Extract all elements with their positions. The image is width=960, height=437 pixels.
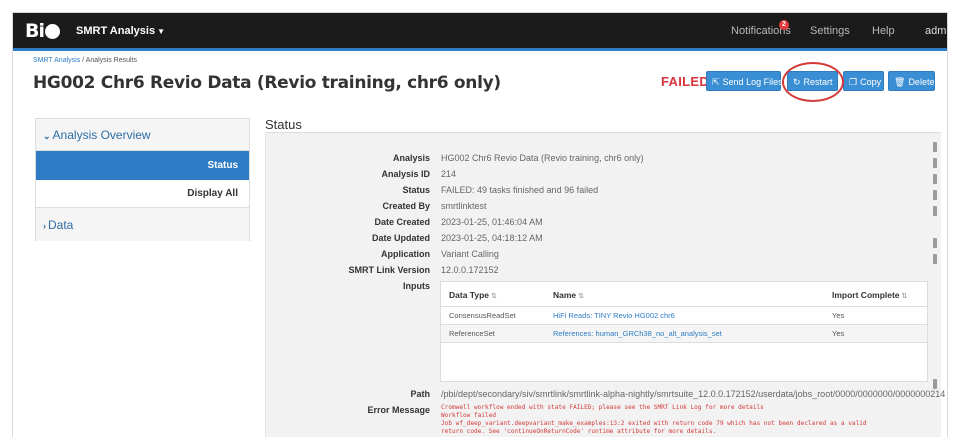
chevron-right-icon: ›	[43, 221, 46, 231]
scroll-marker	[933, 206, 937, 216]
field-application: Application Variant Calling	[266, 249, 942, 265]
field-analysis: Analysis HG002 Chr6 Revio Data (Revio tr…	[266, 153, 942, 169]
table-row-divider	[441, 342, 927, 343]
failed-status-label: FAILED	[661, 74, 710, 89]
app-window: Bi SMRT Analysis ▼ Notifications 2 Settin…	[12, 12, 948, 437]
scroll-marker	[933, 190, 937, 200]
app-menu-label: SMRT Analysis	[76, 25, 156, 37]
help-link[interactable]: Help	[872, 25, 895, 37]
field-label: Path	[410, 389, 430, 399]
delete-label: Delete	[908, 77, 935, 87]
cell-name-link[interactable]: HiFi Reads: TINY Revio HG002 chr6	[553, 311, 675, 320]
sidebar-item-display-all[interactable]: Display All	[36, 180, 249, 208]
sort-icon: ⇅	[491, 293, 497, 300]
table-row: ReferenceSet References: human_GRCh38_no…	[441, 325, 927, 342]
field-label: Inputs	[403, 281, 430, 291]
column-header-label: Name	[553, 290, 577, 300]
logo-dot-icon	[45, 23, 60, 39]
field-date-updated: Date Updated 2023-01-25, 04:18:12 AM	[266, 233, 942, 249]
cell-import-complete: Yes	[832, 329, 845, 338]
sidebar-data-label: Data	[48, 218, 74, 232]
scroll-marker	[933, 254, 937, 264]
bio-logo[interactable]: Bi	[25, 20, 60, 42]
sidebar-item-status[interactable]: Status	[36, 151, 249, 180]
field-label: SMRT Link Version	[348, 265, 430, 275]
error-message-text: Cromwell workflow ended with state FAILE…	[441, 404, 867, 435]
inputs-table: Data Type ⇅ Name ⇅ Import Complete ⇅ Consen…	[440, 281, 928, 382]
external-link-icon: ⇱	[712, 77, 720, 87]
sidebar-analysis-overview[interactable]: ⌄ Analysis Overview	[36, 119, 249, 151]
field-label: Created By	[382, 201, 430, 211]
scroll-marker	[933, 174, 937, 184]
cell-data-type: ReferenceSet	[449, 329, 495, 338]
copy-label: Copy	[860, 77, 882, 87]
column-header-data-type[interactable]: Data Type ⇅	[449, 290, 497, 300]
field-value: 12.0.0.172152	[441, 265, 499, 275]
column-header-label: Data Type	[449, 290, 489, 300]
sidebar-analysis-overview-label: Analysis Overview	[52, 128, 151, 142]
app-menu-dropdown[interactable]: SMRT Analysis ▼	[76, 25, 165, 37]
field-label: Date Created	[374, 217, 430, 227]
field-label: Status	[402, 185, 430, 195]
field-label: Error Message	[367, 405, 430, 415]
cell-name-link[interactable]: References: human_GRCh38_no_alt_analysis…	[553, 329, 722, 338]
table-row: ConsensusReadSet HiFi Reads: TINY Revio …	[441, 307, 927, 324]
delete-button[interactable]: 🗑 Delete	[888, 71, 935, 91]
trash-icon: 🗑	[894, 77, 906, 87]
field-analysis-id: Analysis ID 214	[266, 169, 942, 185]
field-date-created: Date Created 2023-01-25, 01:46:04 AM	[266, 217, 942, 233]
field-label: Analysis	[392, 153, 430, 163]
field-value: 2023-01-25, 04:18:12 AM	[441, 233, 543, 243]
breadcrumb: SMRT Analysis / Analysis Results	[33, 57, 137, 64]
status-panel: Analysis HG002 Chr6 Revio Data (Revio tr…	[265, 133, 946, 437]
sort-icon: ⇅	[901, 293, 908, 300]
field-value: FAILED: 49 tasks finished and 96 failed	[441, 185, 599, 195]
status-heading: Status	[265, 117, 302, 132]
sort-icon: ⇅	[578, 293, 585, 300]
field-value: 2023-01-25, 01:46:04 AM	[441, 217, 543, 227]
field-smrt-link-version: SMRT Link Version 12.0.0.172152	[266, 265, 942, 281]
breadcrumb-separator: /	[82, 57, 85, 64]
cell-import-complete: Yes	[832, 311, 845, 320]
sidebar: ⌄ Analysis Overview Status Display All › D…	[35, 118, 250, 241]
scroll-marker	[933, 379, 937, 389]
column-header-name[interactable]: Name ⇅	[553, 290, 584, 300]
scroll-marker	[933, 142, 937, 152]
restart-highlight-circle	[782, 62, 844, 102]
settings-link[interactable]: Settings	[810, 25, 850, 37]
field-value: Variant Calling	[441, 249, 499, 259]
cell-data-type: ConsensusReadSet	[449, 311, 516, 320]
send-log-files-button[interactable]: ⇱ Send Log Files	[706, 71, 783, 91]
field-path: Path /pbi/dept/secondary/siv/smrtlink/sm…	[266, 389, 946, 405]
field-label: Date Updated	[371, 233, 430, 243]
scroll-marker	[933, 158, 937, 168]
top-navbar: Bi SMRT Analysis ▼ Notifications 2 Settin…	[13, 13, 947, 51]
sidebar-data[interactable]: › Data	[36, 208, 249, 241]
field-value: HG002 Chr6 Revio Data (Revio training, c…	[441, 153, 644, 163]
field-status: Status FAILED: 49 tasks finished and 96 …	[266, 185, 942, 201]
caret-down-icon: ▼	[157, 27, 165, 36]
chevron-down-icon: ⌄	[43, 131, 51, 141]
breadcrumb-current: Analysis Results	[85, 57, 138, 64]
column-header-label: Import Complete	[832, 290, 900, 300]
notifications-badge: 2	[779, 20, 789, 30]
field-value: 214	[441, 169, 457, 179]
logo-text: Bi	[25, 20, 45, 42]
page-title: HG002 Chr6 Revio Data (Revio training, c…	[33, 73, 501, 93]
field-created-by: Created By smrtlinktest	[266, 201, 942, 217]
user-menu[interactable]: admin	[925, 25, 947, 37]
copy-icon: ❐	[849, 77, 858, 87]
breadcrumb-root[interactable]: SMRT Analysis	[33, 57, 80, 64]
field-label: Analysis ID	[381, 169, 430, 179]
scroll-marker	[933, 238, 937, 248]
copy-button[interactable]: ❐ Copy	[843, 71, 884, 91]
field-value: smrtlinktest	[441, 201, 487, 211]
send-log-files-label: Send Log Files	[722, 77, 783, 87]
column-header-import-complete[interactable]: Import Complete ⇅	[832, 290, 907, 300]
field-label: Application	[381, 249, 430, 259]
field-value: /pbi/dept/secondary/siv/smrtlink/smrtlin…	[441, 389, 946, 399]
